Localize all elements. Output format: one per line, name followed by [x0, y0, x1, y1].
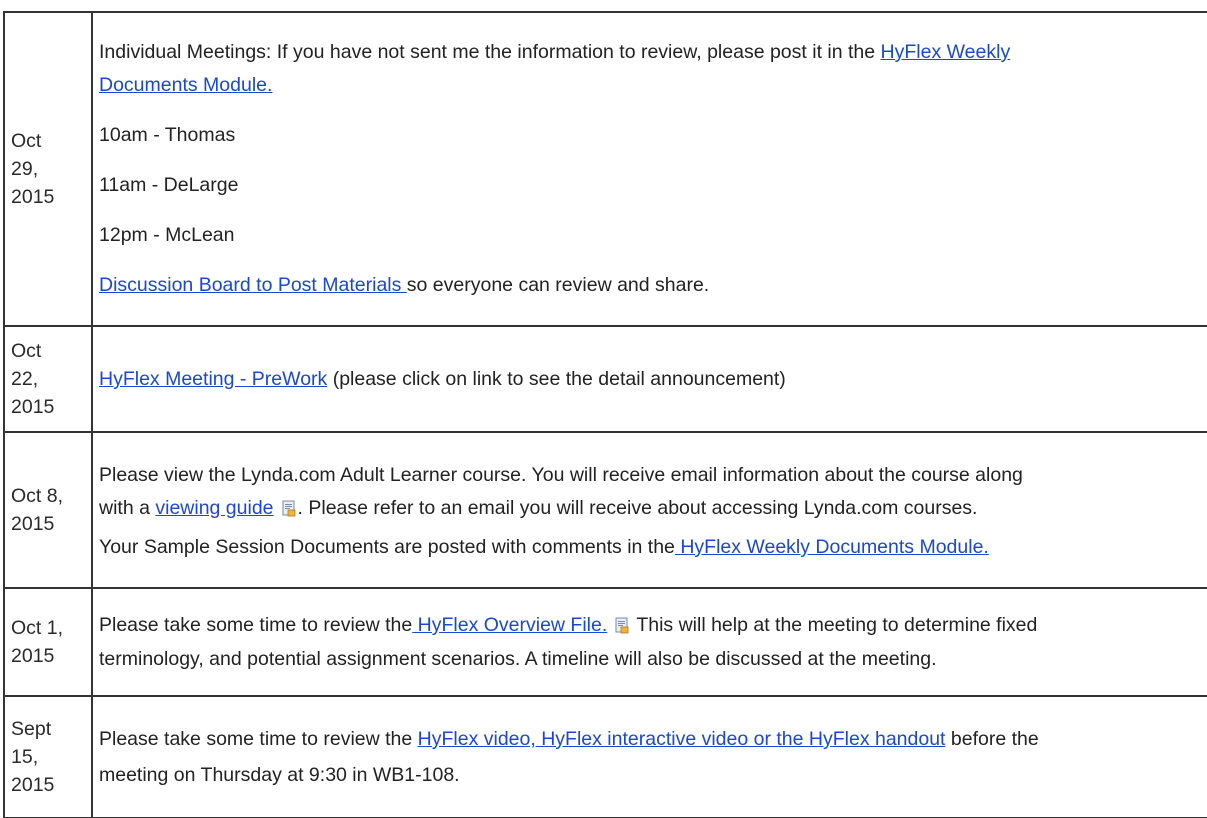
video-text-line2: meeting on Thursday at 9:30 in WB1-108.: [99, 764, 460, 786]
document-attachment-icon[interactable]: [615, 617, 629, 634]
content-cell: Individual Meetings: If you have not sen…: [91, 11, 1207, 327]
sample-session-text: Your Sample Session Documents are posted…: [99, 536, 675, 558]
lynda-text: Please view the Lynda.com Adult Learner …: [99, 464, 1023, 486]
agenda-item: 10am - Thomas: [99, 124, 236, 146]
overview-file-link[interactable]: HyFlex Overview File.: [412, 614, 608, 636]
date-line: 2015: [11, 774, 55, 796]
table-row: Sept 15, 2015 Please take some time to r…: [3, 695, 1207, 818]
overview-text-prefix: Please take some time to review the: [99, 614, 413, 636]
overview-text-suffix: This will help at the meeting to determi…: [631, 614, 1038, 636]
date-cell: Sept 15, 2015: [3, 695, 93, 818]
weekly-documents-link[interactable]: HyFlex Weekly: [881, 41, 1011, 63]
weekly-documents-module-link[interactable]: HyFlex Weekly Documents Module.: [675, 536, 989, 558]
date-line: 2015: [11, 645, 55, 667]
date-cell: Oct 29, 2015: [3, 11, 93, 327]
lynda-paragraph: Please view the Lynda.com Adult Learner …: [99, 448, 1207, 529]
table-row: Oct 29, 2015 Individual Meetings: If you…: [3, 11, 1207, 327]
date-line: 2015: [11, 513, 55, 535]
prework-text: (please click on link to see the detail …: [327, 368, 786, 390]
discussion-board-link[interactable]: Discussion Board to Post Materials: [99, 274, 407, 296]
schedule-table: Oct 29, 2015 Individual Meetings: If you…: [3, 11, 1207, 818]
weekly-documents-link-continued[interactable]: Documents Module.: [99, 74, 272, 96]
lynda-text-suffix: . Please refer to an email you will rece…: [297, 497, 978, 519]
video-text-prefix: Please take some time to review the: [99, 728, 418, 750]
date-line: Oct: [11, 130, 42, 152]
video-text-suffix: before the: [945, 728, 1039, 750]
content-cell: Please view the Lynda.com Adult Learner …: [91, 431, 1207, 589]
date-line: 29,: [11, 158, 39, 180]
table-row: Oct 1, 2015 Please take some time to rev…: [3, 587, 1207, 697]
video-paragraph: Please take some time to review the HyFl…: [99, 713, 1207, 801]
hyflex-video-link[interactable]: HyFlex video, HyFlex interactive video o…: [418, 728, 946, 750]
date-line: 2015: [11, 186, 55, 208]
date-line: 15,: [11, 746, 39, 768]
intro-paragraph: Individual Meetings: If you have not sen…: [99, 28, 1207, 110]
date-line: 2015: [11, 396, 55, 418]
discussion-text: so everyone can review and share.: [406, 274, 710, 296]
overview-paragraph: Please take some time to review the HyFl…: [99, 604, 1207, 680]
viewing-guide-link[interactable]: viewing guide: [155, 497, 273, 519]
prework-link[interactable]: HyFlex Meeting - PreWork: [99, 368, 327, 390]
date-line: 22,: [11, 368, 39, 390]
date-line: Oct 8,: [11, 485, 64, 507]
table-row: Oct 22, 2015 HyFlex Meeting - PreWork (p…: [3, 325, 1207, 433]
overview-text-line2: terminology, and potential assignment sc…: [99, 648, 937, 670]
lynda-text-prefix: with a: [99, 497, 156, 519]
date-cell: Oct 22, 2015: [3, 325, 93, 433]
date-line: Sept: [11, 718, 52, 740]
agenda-item: 12pm - McLean: [99, 224, 235, 246]
document-attachment-icon[interactable]: [282, 500, 296, 517]
intro-text: Individual Meetings: If you have not sen…: [99, 41, 881, 63]
prework-paragraph: HyFlex Meeting - PreWork (please click o…: [99, 365, 1207, 393]
date-cell: Oct 8, 2015: [3, 431, 93, 589]
content-cell: Please take some time to review the HyFl…: [91, 695, 1207, 818]
content-cell: Please take some time to review the HyFl…: [91, 587, 1207, 697]
discussion-paragraph: Discussion Board to Post Materials so ev…: [99, 260, 1207, 310]
schedule-frame: Oct 29, 2015 Individual Meetings: If you…: [0, 0, 1207, 818]
table-row: Oct 8, 2015 Please view the Lynda.com Ad…: [3, 431, 1207, 589]
date-cell: Oct 1, 2015: [3, 587, 93, 697]
sample-session-paragraph: Your Sample Session Documents are posted…: [99, 529, 1207, 572]
agenda-item: 11am - DeLarge: [99, 174, 239, 196]
date-line: Oct: [11, 340, 42, 362]
date-line: Oct 1,: [11, 617, 64, 639]
content-cell: HyFlex Meeting - PreWork (please click o…: [91, 325, 1207, 433]
